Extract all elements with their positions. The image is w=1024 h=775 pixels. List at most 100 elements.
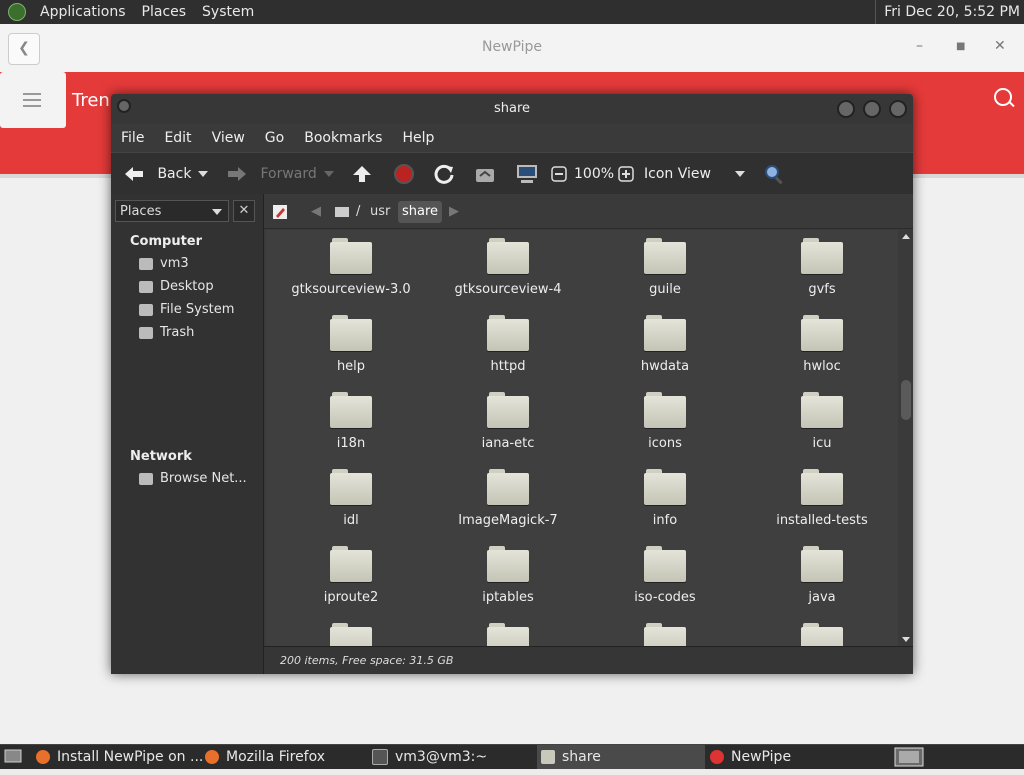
close-sidebar-button[interactable]: ✕ — [233, 200, 255, 222]
folder-item[interactable]: iso-codes — [595, 546, 735, 605]
task-label: NewPipe — [731, 749, 792, 765]
toggle-location-button[interactable] — [271, 201, 289, 223]
file-manager-window: share File Edit View Go Bookmarks Help B… — [111, 94, 913, 674]
taskbar-item-terminal[interactable]: vm3@vm3:~ — [372, 745, 487, 769]
taskbar-item-newpipe[interactable]: NewPipe — [710, 745, 791, 769]
path-segment-usr[interactable]: usr — [370, 201, 390, 223]
folder-item[interactable]: gvfs — [752, 238, 892, 297]
scroll-up-arrow[interactable] — [902, 234, 910, 239]
newpipe-tab-label[interactable]: Tren — [72, 90, 110, 111]
computer-button[interactable] — [515, 153, 539, 195]
folder-item[interactable]: hwdata — [595, 315, 735, 374]
taskbar-item-firefox[interactable]: Mozilla Firefox — [205, 745, 325, 769]
folder-item[interactable] — [438, 623, 578, 646]
menu-bar: File Edit View Go Bookmarks Help — [111, 124, 913, 152]
folder-item[interactable]: help — [281, 315, 421, 374]
folder-item[interactable] — [281, 623, 421, 646]
menu-file[interactable]: File — [111, 130, 154, 146]
network-icon — [139, 472, 153, 485]
sidebar-item-trash[interactable]: Trash — [139, 323, 194, 343]
folder-item[interactable]: info — [595, 469, 735, 528]
zoom-in-button[interactable] — [618, 153, 634, 195]
folder-icon — [330, 392, 372, 428]
panel-clock[interactable]: Fri Dec 20, 5:52 PM — [875, 0, 1020, 24]
vertical-scrollbar[interactable] — [899, 230, 913, 646]
file-manager-titlebar[interactable]: share — [111, 94, 913, 124]
back-button[interactable]: Back — [123, 153, 191, 195]
scroll-down-arrow[interactable] — [902, 637, 910, 642]
zoom-level[interactable]: 100% — [574, 153, 614, 195]
edit-location-icon — [273, 204, 287, 219]
forward-arrow-icon — [228, 167, 246, 181]
gnome-logo-icon[interactable] — [8, 3, 26, 21]
menu-bookmarks[interactable]: Bookmarks — [294, 130, 392, 146]
minimize-button[interactable] — [837, 100, 855, 118]
maximize-button[interactable] — [863, 100, 881, 118]
up-button[interactable] — [351, 153, 373, 195]
sidebar-item-file-system[interactable]: File System — [139, 300, 234, 320]
chevron-down-icon — [324, 171, 334, 177]
menu-help[interactable]: Help — [392, 130, 444, 146]
path-scroll-right[interactable]: ▶ — [449, 201, 459, 223]
menu-places[interactable]: Places — [134, 4, 195, 20]
maximize-button[interactable]: ■ — [956, 41, 965, 52]
path-segment-root[interactable]: / — [356, 201, 360, 223]
close-button[interactable] — [889, 100, 907, 118]
search-icon — [765, 165, 783, 185]
menu-view[interactable]: View — [202, 130, 255, 146]
path-segment-share[interactable]: share — [398, 201, 443, 223]
path-scroll-left[interactable]: ◀ — [311, 201, 321, 223]
view-mode-select[interactable]: Icon View — [644, 153, 711, 195]
workspace-switcher[interactable] — [894, 747, 924, 771]
taskbar-item-install-newpipe[interactable]: Install NewPipe on ... — [36, 745, 203, 769]
folder-item[interactable]: httpd — [438, 315, 578, 374]
stop-button[interactable] — [393, 153, 415, 195]
sidebar-item-vm3[interactable]: vm3 — [139, 254, 189, 274]
folder-label: iproute2 — [323, 590, 379, 605]
folder-item[interactable]: java — [752, 546, 892, 605]
folder-item[interactable] — [752, 623, 892, 646]
folder-item[interactable]: gtksourceview-4 — [438, 238, 578, 297]
folder-item[interactable]: idl — [281, 469, 421, 528]
show-desktop-button[interactable] — [4, 748, 22, 772]
home-button[interactable] — [474, 153, 496, 195]
menu-go[interactable]: Go — [255, 130, 294, 146]
scrollbar-thumb[interactable] — [901, 380, 911, 420]
folder-icon — [330, 315, 372, 351]
menu-applications[interactable]: Applications — [32, 4, 134, 20]
folder-item[interactable]: hwloc — [752, 315, 892, 374]
sidebar-item-browse-network[interactable]: Browse Net... — [139, 469, 247, 489]
folder-item[interactable]: iana-etc — [438, 392, 578, 451]
folder-item[interactable]: guile — [595, 238, 735, 297]
reload-button[interactable] — [433, 153, 455, 195]
back-history-dropdown[interactable] — [198, 153, 208, 195]
forward-button[interactable]: Forward — [226, 153, 317, 195]
folder-icon — [801, 546, 843, 582]
folder-item[interactable]: iproute2 — [281, 546, 421, 605]
minimize-button[interactable]: – — [916, 38, 923, 54]
forward-history-dropdown[interactable] — [324, 153, 334, 195]
sidebar-places-select[interactable]: Places — [115, 200, 229, 222]
folder-item[interactable]: iptables — [438, 546, 578, 605]
taskbar-item-share[interactable]: share — [537, 745, 705, 769]
zoom-out-button[interactable] — [551, 153, 567, 195]
folder-item[interactable] — [595, 623, 735, 646]
folder-item[interactable]: gtksourceview-3.0 — [281, 238, 421, 297]
search-icon[interactable] — [994, 88, 1012, 106]
folder-item[interactable]: i18n — [281, 392, 421, 451]
search-button[interactable] — [763, 153, 785, 195]
folder-item[interactable]: icons — [595, 392, 735, 451]
folder-label: installed-tests — [776, 513, 868, 528]
folder-item[interactable]: installed-tests — [752, 469, 892, 528]
sidebar-item-desktop[interactable]: Desktop — [139, 277, 214, 297]
close-button[interactable]: ✕ — [994, 38, 1006, 54]
path-root-drive[interactable] — [334, 201, 350, 223]
folder-item[interactable]: ImageMagick-7 — [438, 469, 578, 528]
menu-system[interactable]: System — [194, 4, 262, 20]
folder-item[interactable]: icu — [752, 392, 892, 451]
folder-label: info — [652, 513, 678, 528]
view-mode-dropdown[interactable] — [735, 153, 745, 195]
sidebar-item-label: Desktop — [160, 279, 214, 294]
hamburger-menu-icon[interactable] — [0, 72, 66, 128]
menu-edit[interactable]: Edit — [154, 130, 201, 146]
